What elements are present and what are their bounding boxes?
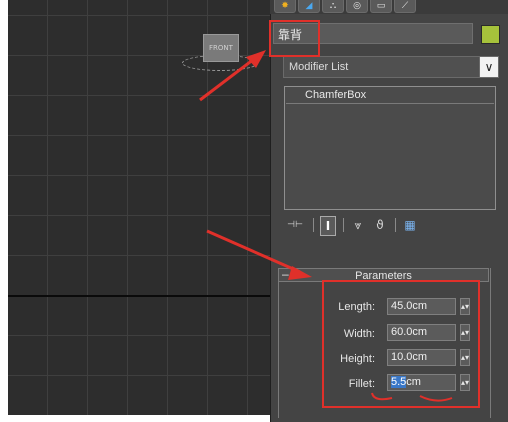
motion-icon: ◎ — [353, 1, 361, 11]
modifier-list-label: Modifier List — [289, 61, 349, 73]
modify-icon: ◢ — [305, 1, 313, 11]
show-end-result-icon: I — [325, 219, 331, 233]
view-cube[interactable]: FRONT — [203, 34, 239, 62]
make-unique-icon: ⩔ — [354, 217, 362, 232]
toolbar-divider — [313, 218, 314, 232]
view-cube-label: FRONT — [209, 44, 233, 52]
make-unique-button[interactable]: ⩔ — [349, 216, 367, 234]
toolbar-divider — [343, 218, 344, 232]
configure-sets-icon: ▦ — [404, 218, 416, 232]
display-tab[interactable]: ▭ — [370, 0, 392, 13]
annotation-box-parameters — [322, 280, 480, 408]
object-color-swatch[interactable] — [481, 25, 500, 44]
utilities-tab[interactable]: ⟋ — [394, 0, 416, 13]
show-end-result-button[interactable]: I — [320, 216, 336, 236]
modify-tab[interactable]: ◢ — [298, 0, 320, 13]
toolbar-divider — [395, 218, 396, 232]
pin-stack-icon: ⊣⊢ — [287, 220, 303, 230]
command-panel-tabs: ✸ ◢ ⛬ ◎ ▭ ⟋ — [270, 0, 508, 14]
modifier-stack[interactable]: ChamferBox — [284, 86, 496, 210]
annotation-box-name — [269, 20, 320, 57]
remove-modifier-button[interactable]: ϑ — [371, 216, 389, 234]
screen: FRONT ✸ ◢ ⛬ ◎ ▭ ⟋ 靠背 Modifier List ∨ Cha… — [0, 0, 508, 422]
utilities-icon: ⟋ — [401, 1, 409, 11]
front-viewport[interactable]: FRONT — [8, 0, 270, 415]
stack-item-label: ChamferBox — [305, 89, 367, 101]
display-icon: ▭ — [376, 1, 386, 11]
sun-create-icon: ✸ — [281, 1, 289, 11]
stack-toolbar: ⊣⊢ I ⩔ ϑ ▦ — [283, 214, 443, 238]
hierarchy-icon: ⛬ — [329, 1, 337, 11]
create-tab[interactable]: ✸ — [274, 0, 296, 13]
modifier-list-dropdown[interactable]: Modifier List ∨ — [283, 56, 499, 78]
configure-sets-button[interactable]: ▦ — [401, 216, 419, 234]
stack-item-chamferbox[interactable]: ChamferBox — [286, 88, 494, 104]
pin-stack-button[interactable]: ⊣⊢ — [283, 216, 307, 234]
hierarchy-tab[interactable]: ⛬ — [322, 0, 344, 13]
world-axis-line — [8, 295, 270, 297]
chevron-down-icon[interactable]: ∨ — [479, 56, 499, 78]
remove-modifier-icon: ϑ — [376, 218, 384, 232]
motion-tab[interactable]: ◎ — [346, 0, 368, 13]
